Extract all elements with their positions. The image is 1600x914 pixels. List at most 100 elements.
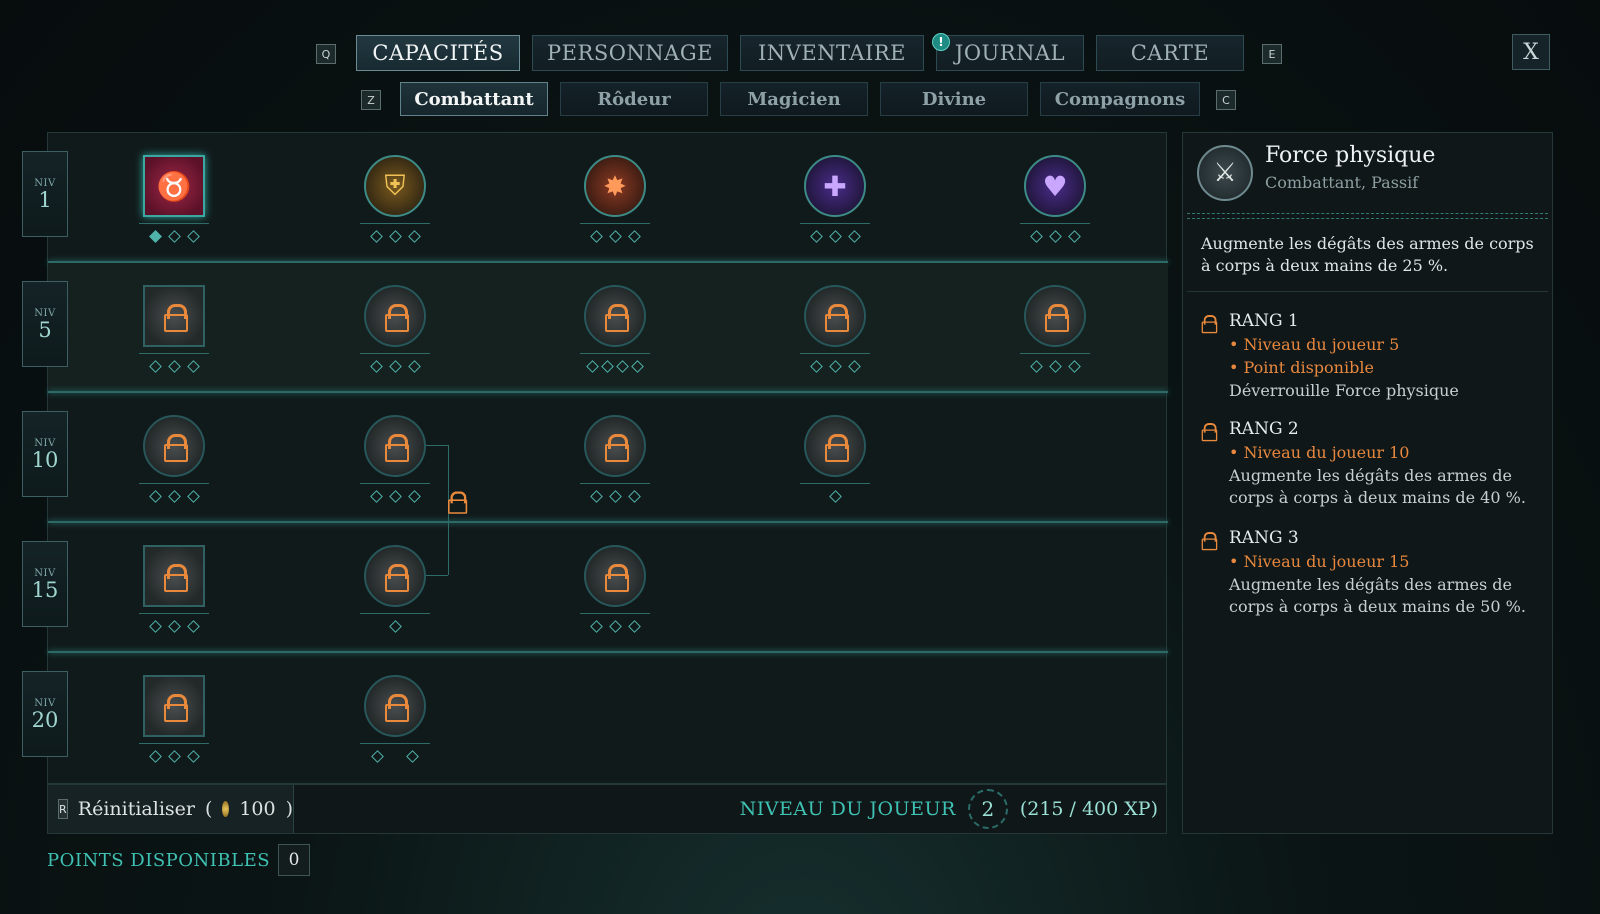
- subtab-rodeur[interactable]: Rôdeur: [560, 82, 708, 116]
- rank-pip: [627, 620, 641, 633]
- node-stem: [580, 223, 650, 224]
- lock-icon: [384, 564, 409, 592]
- player-level-label: NIVEAU DU JOUEUR: [739, 798, 956, 820]
- rank-pip: [186, 750, 200, 763]
- tab-carte[interactable]: CARTE: [1096, 35, 1244, 71]
- skill-node-shield-bash[interactable]: ✸: [584, 155, 646, 217]
- tab-capacites[interactable]: CAPACITÉS: [356, 35, 520, 71]
- node-stem: [360, 353, 430, 354]
- rank-title: RANG 1: [1229, 311, 1299, 331]
- detail-header: ⚔ Force physique Combattant, Passif: [1183, 133, 1552, 213]
- rank-title: RANG 2: [1229, 419, 1299, 439]
- rank-pip: [369, 230, 383, 243]
- lock-icon: [1201, 315, 1218, 334]
- node-stem: [1020, 223, 1090, 224]
- skill-node-locked[interactable]: [804, 415, 866, 477]
- level-marker-number: 1: [38, 187, 52, 212]
- rank-pip: [608, 620, 622, 633]
- node-stem: [580, 483, 650, 484]
- rank-pip: [388, 230, 402, 243]
- rank-pip: [148, 490, 162, 503]
- subtab-magicien[interactable]: Magicien: [720, 82, 868, 116]
- node-stem: [360, 483, 430, 484]
- rank-title: RANG 3: [1229, 528, 1299, 548]
- rank-pips: [345, 620, 445, 633]
- rank-pip: [1048, 230, 1062, 243]
- rank-pips: [565, 620, 665, 633]
- skill-node-locked[interactable]: [364, 675, 426, 737]
- bottom-bar: R Réinitialiser ( 100 ) NIVEAU DU JOUEUR…: [47, 784, 1167, 834]
- node-stem: [139, 223, 209, 224]
- node-stem: [580, 353, 650, 354]
- rank-pips: [1005, 230, 1105, 243]
- skill-node-locked[interactable]: [364, 545, 426, 607]
- node-stem: [139, 743, 209, 744]
- key-hint-e[interactable]: E: [1262, 44, 1282, 64]
- tab-inventaire[interactable]: INVENTAIRE: [740, 35, 924, 71]
- lock-icon: [1201, 532, 1218, 551]
- rank-pips: [565, 360, 665, 373]
- skill-node-locked[interactable]: [143, 285, 205, 347]
- node-stem: [360, 743, 430, 744]
- node-stem: [800, 483, 870, 484]
- rank-pip: [388, 490, 402, 503]
- skill-node-locked[interactable]: [143, 545, 205, 607]
- rank-requirement: • Point disponible: [1229, 358, 1374, 377]
- node-stem: [580, 613, 650, 614]
- rank-pips: [124, 620, 224, 633]
- skill-node-locked[interactable]: [143, 675, 205, 737]
- skill-node-healing-crosses[interactable]: ✚: [804, 155, 866, 217]
- skill-node-locked[interactable]: [584, 545, 646, 607]
- reset-button[interactable]: R Réinitialiser ( 100 ): [48, 785, 294, 833]
- detail-title: Force physique: [1265, 143, 1436, 168]
- rank-pips: [124, 750, 224, 763]
- skill-node-locked[interactable]: [1024, 285, 1086, 347]
- skill-node-locked[interactable]: [364, 415, 426, 477]
- rank-effect: Augmente les dégâts des armes de corps à…: [1229, 575, 1526, 616]
- skill-node-shield[interactable]: ⛨: [364, 155, 426, 217]
- rank-pip: [828, 490, 842, 503]
- subtab-combattant[interactable]: Combattant: [400, 82, 548, 116]
- rank-pip: [406, 750, 419, 763]
- lock-icon: [604, 564, 629, 592]
- subtab-compagnons[interactable]: Compagnons: [1040, 82, 1200, 116]
- subtab-divine[interactable]: Divine: [880, 82, 1028, 116]
- skill-node-heart[interactable]: ♥: [1024, 155, 1086, 217]
- rank-pip: [586, 360, 599, 373]
- tab-personnage[interactable]: PERSONNAGE: [532, 35, 728, 71]
- rank-pip: [148, 620, 162, 633]
- level-marker-prefix: NIV: [34, 307, 56, 319]
- reset-cost: 100: [239, 798, 276, 820]
- close-button[interactable]: X: [1512, 34, 1550, 70]
- key-hint-c[interactable]: C: [1216, 90, 1236, 110]
- skill-node-locked[interactable]: [364, 285, 426, 347]
- key-hint-r: R: [58, 799, 68, 819]
- rank-pip: [388, 360, 402, 373]
- detail-subtitle: Combattant, Passif: [1265, 173, 1419, 192]
- skill-node-locked[interactable]: [584, 415, 646, 477]
- skill-node-force-physique[interactable]: ♉: [143, 155, 205, 217]
- lock-icon: [1201, 423, 1218, 442]
- skill-node-locked[interactable]: [143, 415, 205, 477]
- node-stem: [1020, 353, 1090, 354]
- rank-pip: [809, 360, 823, 373]
- rank-pip: [627, 230, 641, 243]
- skill-node-locked[interactable]: [584, 285, 646, 347]
- node-stem: [139, 613, 209, 614]
- key-hint-q[interactable]: Q: [316, 44, 336, 64]
- rank-pips: [345, 490, 445, 503]
- lock-icon: [384, 434, 409, 462]
- skill-node-locked[interactable]: [804, 285, 866, 347]
- rank-pip: [608, 490, 622, 503]
- rank-pips: [345, 230, 445, 243]
- detail-separator: [1187, 291, 1548, 292]
- player-xp: (215 / 400 XP): [1019, 798, 1158, 820]
- tab-journal[interactable]: JOURNAL: [936, 35, 1084, 71]
- rank-pips: [785, 360, 885, 373]
- level-marker-prefix: NIV: [34, 177, 56, 189]
- key-hint-z[interactable]: Z: [361, 90, 381, 110]
- rank-pip: [407, 490, 421, 503]
- lock-icon: [824, 434, 849, 462]
- rank-pip: [167, 750, 181, 763]
- available-points: POINTS DISPONIBLES 0: [47, 844, 311, 876]
